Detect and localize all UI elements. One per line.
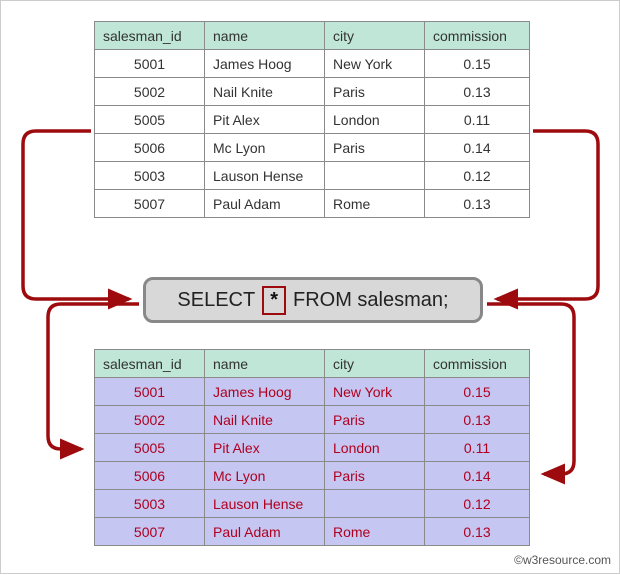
col-header-city: city: [325, 22, 425, 50]
cell: 5005: [95, 434, 205, 462]
col-header-salesman-id: salesman_id: [95, 22, 205, 50]
col-header-salesman-id: salesman_id: [95, 350, 205, 378]
result-table: salesman_id name city commission 5001 Ja…: [94, 349, 530, 546]
cell: [325, 490, 425, 518]
table-row: 5006 Mc Lyon Paris 0.14: [95, 134, 530, 162]
cell: 0.15: [425, 50, 530, 78]
cell: Paul Adam: [205, 190, 325, 218]
cell: 5003: [95, 490, 205, 518]
cell: James Hoog: [205, 50, 325, 78]
diagram-canvas: salesman_id name city commission 5001 Ja…: [1, 1, 619, 573]
cell: Paris: [325, 78, 425, 106]
table-row: 5001 James Hoog New York 0.15: [95, 378, 530, 406]
cell: Paul Adam: [205, 518, 325, 546]
cell: New York: [325, 50, 425, 78]
table-header-row: salesman_id name city commission: [95, 350, 530, 378]
cell: [325, 162, 425, 190]
cell: 5002: [95, 78, 205, 106]
cell: 0.13: [425, 190, 530, 218]
cell: Paris: [325, 462, 425, 490]
cell: London: [325, 434, 425, 462]
table-row: 5002 Nail Knite Paris 0.13: [95, 78, 530, 106]
cell: 5006: [95, 134, 205, 162]
table-header-row: salesman_id name city commission: [95, 22, 530, 50]
cell: 0.11: [425, 434, 530, 462]
cell: 0.12: [425, 162, 530, 190]
cell: 0.13: [425, 78, 530, 106]
cell: Pit Alex: [205, 106, 325, 134]
cell: Pit Alex: [205, 434, 325, 462]
cell: 5003: [95, 162, 205, 190]
table-row: 5005 Pit Alex London 0.11: [95, 434, 530, 462]
cell: Rome: [325, 190, 425, 218]
cell: 0.13: [425, 518, 530, 546]
cell: London: [325, 106, 425, 134]
cell: Nail Knite: [205, 406, 325, 434]
cell: 0.11: [425, 106, 530, 134]
cell: 5007: [95, 518, 205, 546]
cell: James Hoog: [205, 378, 325, 406]
sql-query-box: SELECT * FROM salesman;: [143, 277, 483, 323]
col-header-name: name: [205, 22, 325, 50]
col-header-city: city: [325, 350, 425, 378]
cell: Lauson Hense: [205, 162, 325, 190]
table-row: 5007 Paul Adam Rome 0.13: [95, 190, 530, 218]
cell: 5002: [95, 406, 205, 434]
col-header-commission: commission: [425, 22, 530, 50]
cell: Nail Knite: [205, 78, 325, 106]
cell: 5001: [95, 378, 205, 406]
table-row: 5001 James Hoog New York 0.15: [95, 50, 530, 78]
table-row: 5007 Paul Adam Rome 0.13: [95, 518, 530, 546]
table-row: 5003 Lauson Hense 0.12: [95, 162, 530, 190]
cell: 0.13: [425, 406, 530, 434]
cell: Mc Lyon: [205, 134, 325, 162]
cell: Mc Lyon: [205, 462, 325, 490]
cell: Paris: [325, 406, 425, 434]
col-header-name: name: [205, 350, 325, 378]
cell: 5006: [95, 462, 205, 490]
cell: New York: [325, 378, 425, 406]
col-header-commission: commission: [425, 350, 530, 378]
credit-text: ©w3resource.com: [514, 553, 611, 567]
table-row: 5006 Mc Lyon Paris 0.14: [95, 462, 530, 490]
table-row: 5002 Nail Knite Paris 0.13: [95, 406, 530, 434]
query-from: FROM salesman;: [289, 289, 453, 312]
table-row: 5005 Pit Alex London 0.11: [95, 106, 530, 134]
cell: 5001: [95, 50, 205, 78]
source-table: salesman_id name city commission 5001 Ja…: [94, 21, 530, 218]
cell: Rome: [325, 518, 425, 546]
cell: Paris: [325, 134, 425, 162]
query-star: *: [262, 286, 286, 315]
cell: Lauson Hense: [205, 490, 325, 518]
query-select: SELECT: [173, 289, 259, 312]
cell: 0.14: [425, 462, 530, 490]
cell: 5005: [95, 106, 205, 134]
cell: 0.12: [425, 490, 530, 518]
table-row: 5003 Lauson Hense 0.12: [95, 490, 530, 518]
cell: 5007: [95, 190, 205, 218]
cell: 0.15: [425, 378, 530, 406]
cell: 0.14: [425, 134, 530, 162]
